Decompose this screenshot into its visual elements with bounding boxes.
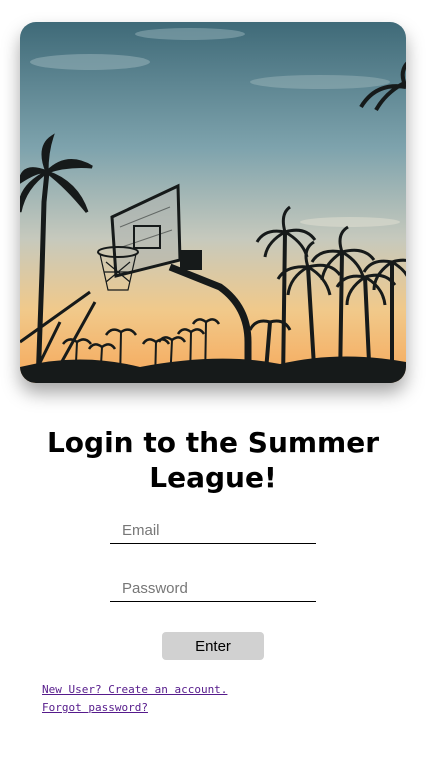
create-account-link[interactable]: New User? Create an account.	[42, 683, 227, 697]
forgot-password-link[interactable]: Forgot password?	[42, 701, 148, 715]
enter-button[interactable]: Enter	[162, 632, 264, 660]
hero-image	[20, 22, 406, 383]
login-page: Login to the Summer League! Enter New Us…	[0, 0, 426, 759]
password-input[interactable]	[110, 576, 316, 602]
email-input[interactable]	[110, 518, 316, 544]
page-title: Login to the Summer League!	[46, 426, 380, 494]
